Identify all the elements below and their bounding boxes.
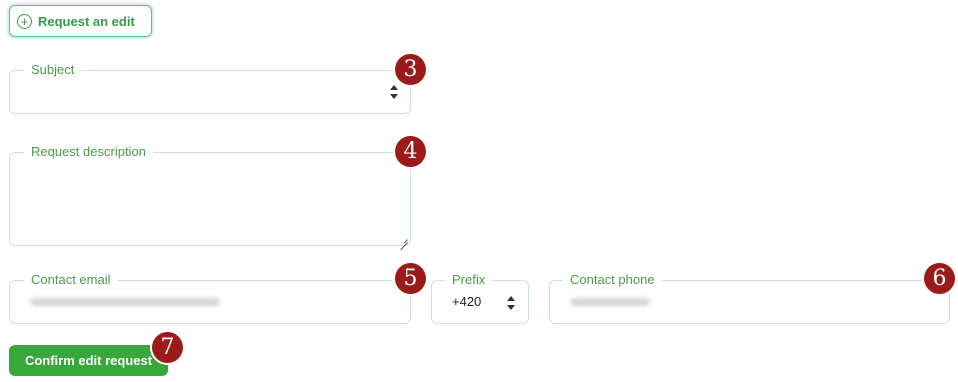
contact-email-value-redacted — [30, 298, 220, 306]
subject-label: Subject — [24, 62, 82, 78]
contact-phone-field[interactable]: Contact phone — [549, 272, 950, 324]
confirm-edit-request-button[interactable]: Confirm edit request — [9, 345, 168, 376]
prefix-value: +420 — [452, 294, 482, 309]
request-edit-label: Request an edit — [38, 13, 135, 29]
contact-email-label: Contact email — [24, 272, 118, 288]
annotation-marker-3: 3 — [395, 54, 426, 85]
contact-phone-label: Contact phone — [563, 272, 662, 288]
contact-phone-value-redacted — [570, 298, 650, 306]
request-description-textarea[interactable]: Request description — [9, 144, 411, 246]
resize-grip-icon[interactable] — [400, 235, 408, 243]
annotation-marker-6: 6 — [924, 263, 955, 294]
select-arrows-icon — [390, 85, 398, 99]
annotation-marker-7: 7 — [152, 332, 183, 363]
plus-circle-icon: + — [17, 13, 32, 29]
request-description-label: Request description — [24, 144, 153, 160]
select-arrows-icon — [507, 296, 515, 310]
annotation-marker-5: 5 — [395, 263, 426, 294]
annotation-marker-4: 4 — [395, 136, 426, 167]
prefix-label: Prefix — [445, 272, 493, 288]
request-edit-button[interactable]: + Request an edit — [9, 5, 152, 37]
contact-email-field[interactable]: Contact email — [9, 272, 411, 324]
prefix-select[interactable]: Prefix +420 — [431, 272, 529, 324]
subject-select[interactable]: Subject — [9, 62, 411, 114]
